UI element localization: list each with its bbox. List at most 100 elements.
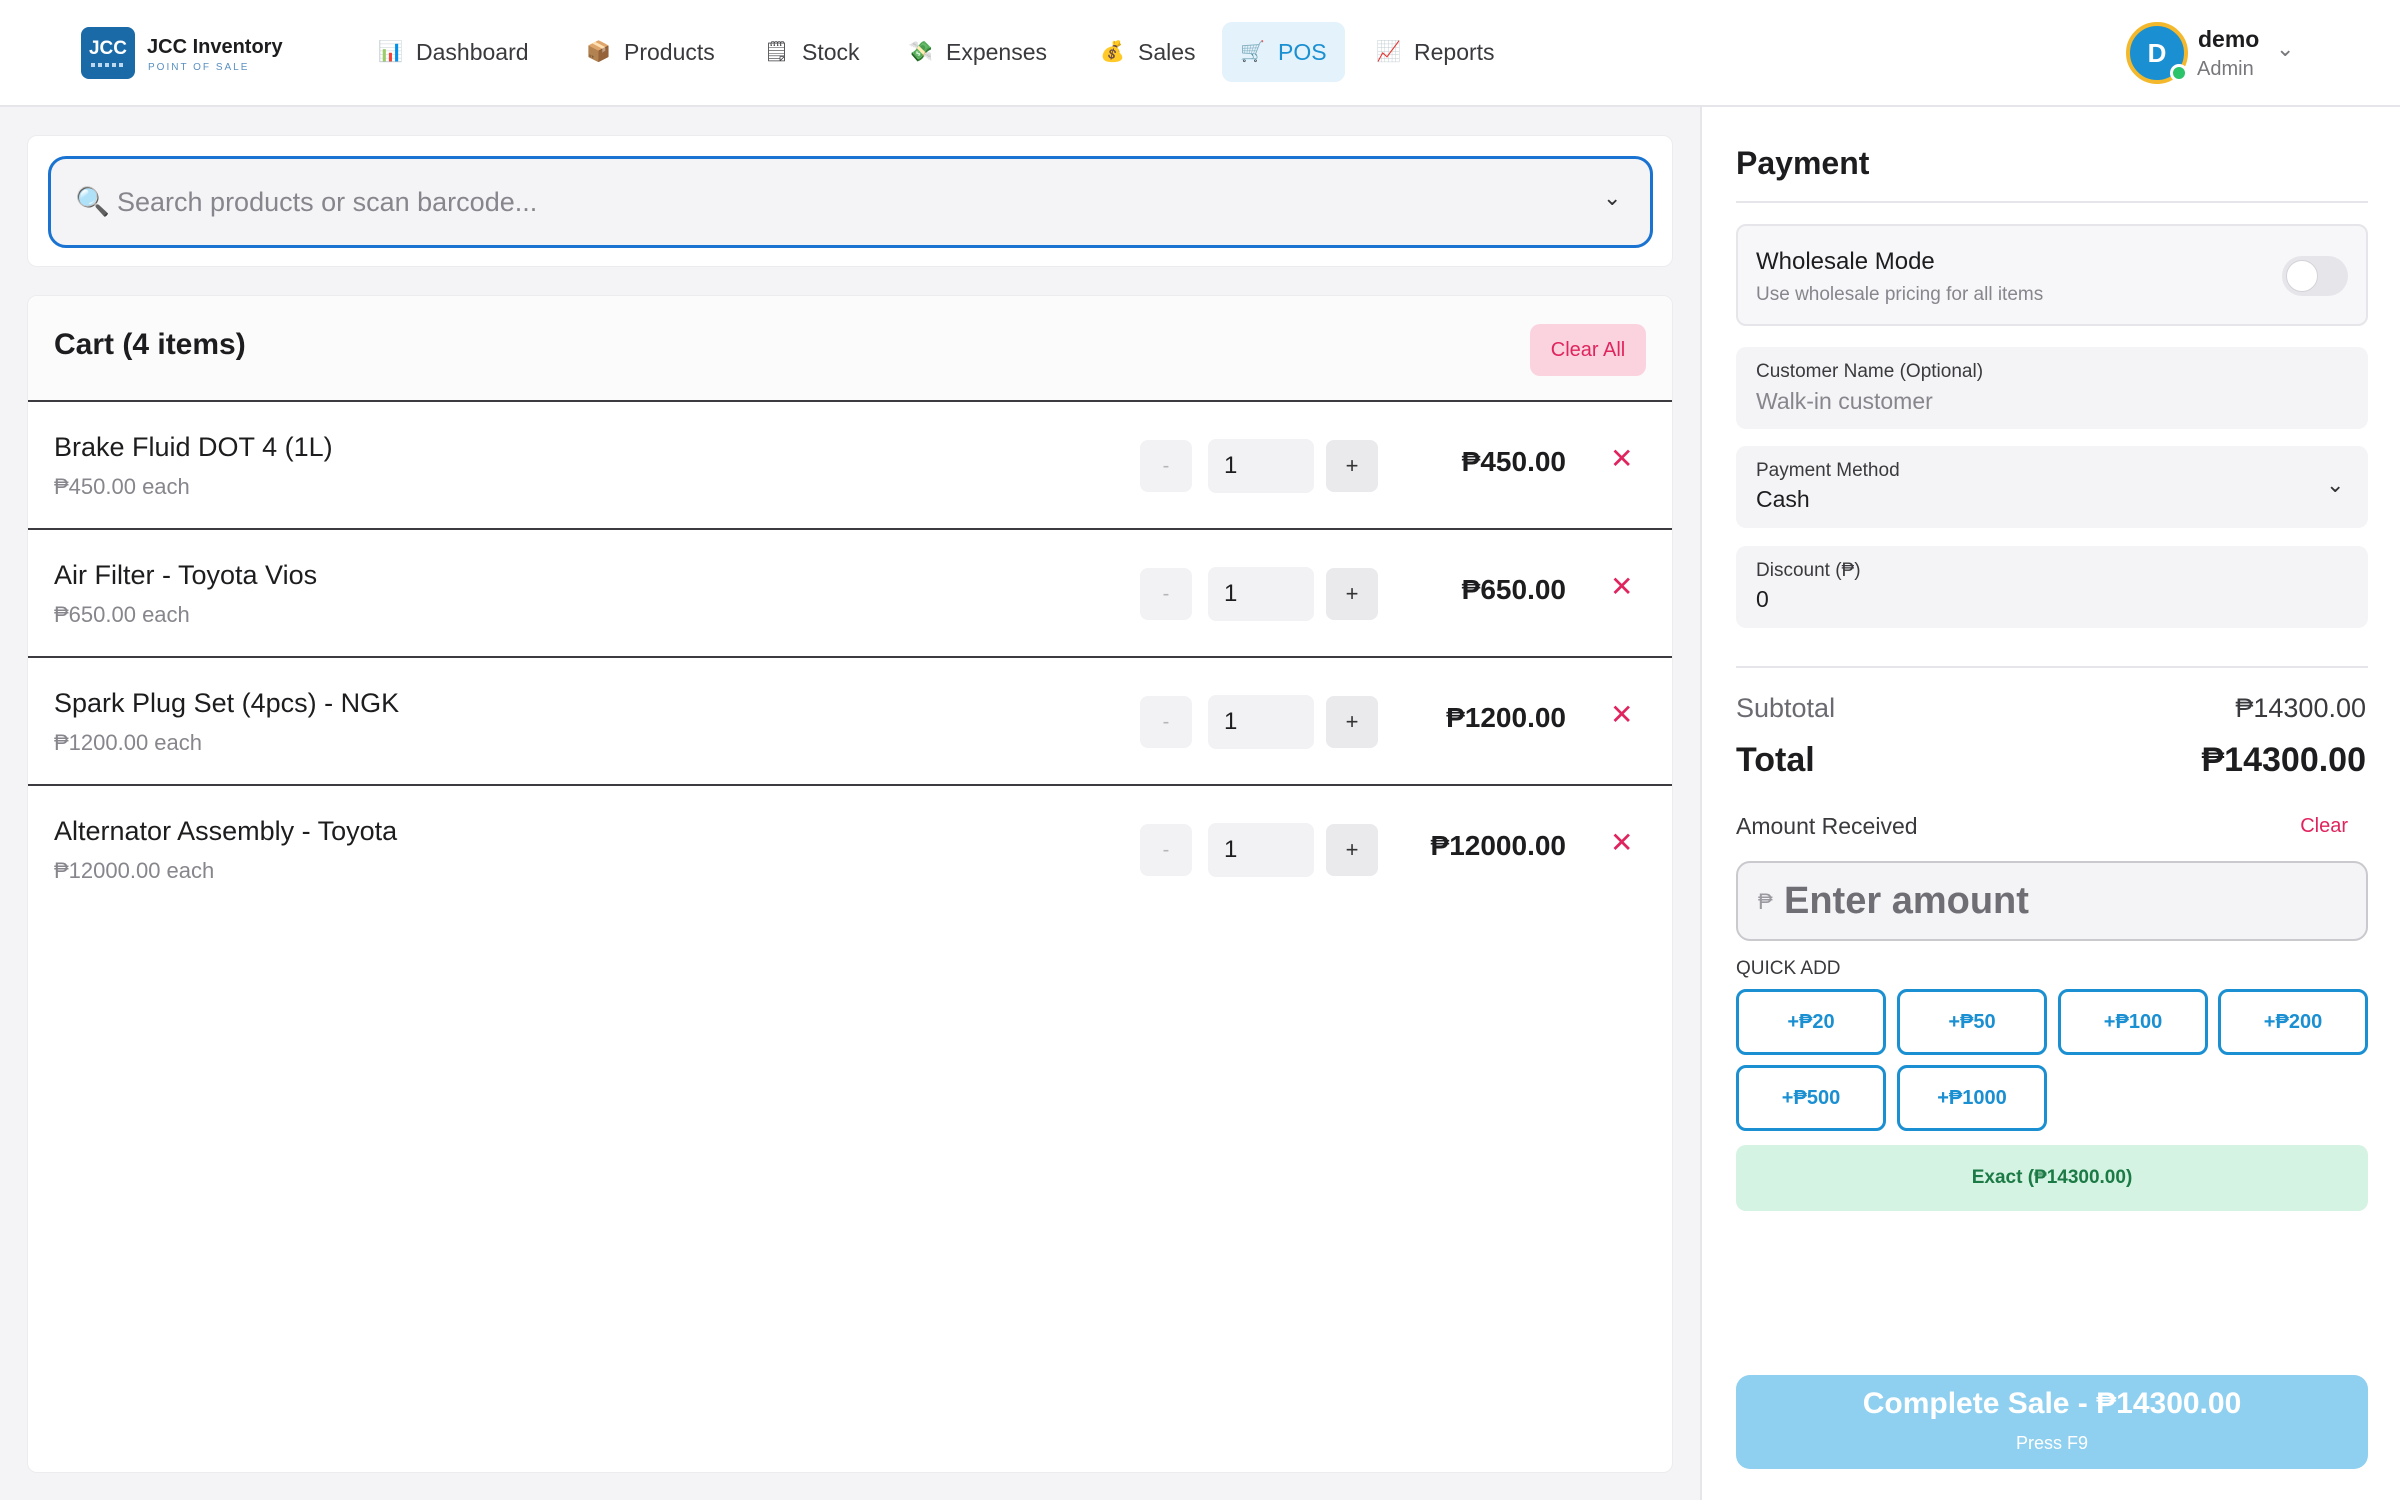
wholesale-mode-card: Wholesale Mode Use wholesale pricing for… bbox=[1736, 224, 2368, 326]
discount-label: Discount (₱) bbox=[1756, 560, 1861, 581]
clear-amount-link[interactable]: Clear bbox=[2300, 815, 2348, 838]
line-total: ₱650.00 bbox=[1461, 574, 1566, 605]
cart-item-row: Brake Fluid DOT 4 (1L) ₱450.00 each - 1 … bbox=[28, 402, 1672, 530]
quick-add-500-button[interactable]: +₱500 bbox=[1736, 1065, 1886, 1131]
payment-method-value: Cash bbox=[1756, 486, 1810, 512]
remove-item-icon[interactable]: ✕ bbox=[1610, 698, 1633, 731]
nav-label: Reports bbox=[1414, 38, 1495, 65]
decrease-qty-button[interactable]: - bbox=[1140, 440, 1192, 492]
complete-sale-label: Complete Sale - ₱14300.00 bbox=[1862, 1387, 2242, 1420]
quick-add-20-button[interactable]: +₱20 bbox=[1736, 989, 1886, 1055]
customer-name-label: Customer Name (Optional) bbox=[1756, 361, 1984, 382]
quick-add-100-button[interactable]: +₱100 bbox=[2058, 989, 2208, 1055]
clear-all-button[interactable]: Clear All bbox=[1530, 324, 1646, 376]
item-name: Brake Fluid DOT 4 (1L) bbox=[54, 432, 333, 462]
quick-add-1000-button[interactable]: +₱1000 bbox=[1897, 1065, 2047, 1131]
decrease-qty-button[interactable]: - bbox=[1140, 824, 1192, 876]
bar-chart-icon: 📊 bbox=[378, 41, 403, 63]
total-value: ₱14300.00 bbox=[2201, 741, 2367, 779]
amount-received-field[interactable]: ₱ bbox=[1736, 861, 2368, 941]
nav-item-dashboard[interactable]: 📊 Dashboard bbox=[360, 22, 547, 82]
chevron-down-icon[interactable]: ⌄ bbox=[2276, 36, 2294, 62]
subtotal-value: ₱14300.00 bbox=[2235, 693, 2366, 723]
decrease-qty-button[interactable]: - bbox=[1140, 568, 1192, 620]
complete-sale-button[interactable]: Complete Sale - ₱14300.00 Press F9 bbox=[1736, 1375, 2368, 1469]
nav-item-reports[interactable]: 📈 Reports bbox=[1358, 22, 1513, 82]
quantity-input[interactable]: 1 bbox=[1208, 823, 1314, 877]
user-role: Admin bbox=[2197, 58, 2254, 80]
quantity-input[interactable]: 1 bbox=[1208, 439, 1314, 493]
search-input[interactable] bbox=[117, 179, 1577, 225]
wholesale-mode-title: Wholesale Mode bbox=[1756, 248, 1935, 275]
product-search-box[interactable]: 🔍 ⌄ bbox=[48, 156, 1653, 248]
payment-method-select[interactable]: Payment Method Cash ⌄ bbox=[1736, 446, 2368, 528]
quick-add-200-button[interactable]: +₱200 bbox=[2218, 989, 2368, 1055]
cart-icon: 🛒 bbox=[1240, 41, 1265, 63]
brand-logo[interactable]: JCC bbox=[81, 27, 135, 79]
nav-item-products[interactable]: 📦 Products bbox=[568, 22, 733, 82]
exact-amount-button[interactable]: Exact (₱14300.00) bbox=[1736, 1145, 2368, 1211]
wholesale-mode-subtitle: Use wholesale pricing for all items bbox=[1756, 284, 2044, 305]
top-nav-bar: JCC JCC Inventory POINT OF SALE 📊 Dashbo… bbox=[0, 0, 2400, 107]
line-total: ₱12000.00 bbox=[1430, 830, 1566, 861]
item-name: Spark Plug Set (4pcs) - NGK bbox=[54, 688, 400, 718]
nav-item-stock[interactable]: 🗒 Stock bbox=[746, 22, 878, 82]
increase-qty-button[interactable]: + bbox=[1326, 696, 1378, 748]
complete-sale-shortcut-hint: Press F9 bbox=[2015, 1433, 2089, 1453]
line-chart-icon: 📈 bbox=[1376, 41, 1401, 63]
decrease-qty-button[interactable]: - bbox=[1140, 696, 1192, 748]
item-name: Air Filter - Toyota Vios bbox=[54, 560, 318, 590]
chevron-down-icon[interactable]: ⌄ bbox=[2326, 472, 2344, 498]
nav-item-expenses[interactable]: 💸 Expenses bbox=[890, 22, 1065, 82]
money-bag-icon: 💰 bbox=[1100, 41, 1125, 63]
search-card: 🔍 ⌄ bbox=[27, 135, 1673, 267]
line-total: ₱450.00 bbox=[1461, 446, 1566, 477]
user-name[interactable]: demo bbox=[2198, 26, 2259, 53]
increase-qty-button[interactable]: + bbox=[1326, 440, 1378, 492]
clipboard-icon: 🗒 bbox=[764, 41, 790, 63]
item-name: Alternator Assembly - Toyota bbox=[54, 816, 398, 846]
increase-qty-button[interactable]: + bbox=[1326, 824, 1378, 876]
increase-qty-button[interactable]: + bbox=[1326, 568, 1378, 620]
quick-add-50-button[interactable]: +₱50 bbox=[1897, 989, 2047, 1055]
discount-field[interactable]: Discount (₱) 0 bbox=[1736, 546, 2368, 628]
total-label: Total bbox=[1736, 741, 1815, 779]
quantity-input[interactable]: 1 bbox=[1208, 695, 1314, 749]
wholesale-mode-toggle[interactable] bbox=[2282, 256, 2348, 296]
nav-item-pos[interactable]: 🛒 POS bbox=[1222, 22, 1345, 82]
brand-subtitle: POINT OF SALE bbox=[148, 62, 250, 73]
payment-title: Payment bbox=[1736, 145, 1870, 181]
nav-label: Expenses bbox=[946, 38, 1048, 65]
logo-text: JCC bbox=[88, 38, 127, 59]
remove-item-icon[interactable]: ✕ bbox=[1610, 570, 1633, 603]
customer-name-input[interactable] bbox=[1756, 385, 2316, 417]
customer-name-field[interactable]: Customer Name (Optional) bbox=[1736, 347, 2368, 429]
remove-item-icon[interactable]: ✕ bbox=[1610, 442, 1633, 475]
remove-item-icon[interactable]: ✕ bbox=[1610, 826, 1633, 859]
package-icon: 📦 bbox=[586, 41, 611, 63]
item-unit-price: ₱650.00 each bbox=[54, 602, 190, 627]
peso-currency-symbol: ₱ bbox=[1758, 889, 1773, 914]
nav-label: Dashboard bbox=[416, 38, 529, 65]
line-total: ₱1200.00 bbox=[1446, 702, 1566, 733]
item-unit-price: ₱1200.00 each bbox=[54, 730, 203, 755]
divider bbox=[1736, 666, 2368, 668]
amount-received-input[interactable] bbox=[1784, 877, 2344, 925]
quantity-input[interactable]: 1 bbox=[1208, 567, 1314, 621]
item-unit-price: ₱12000.00 each bbox=[54, 858, 215, 883]
nav-item-sales[interactable]: 💰 Sales bbox=[1082, 22, 1214, 82]
cart-item-row: Alternator Assembly - Toyota ₱12000.00 e… bbox=[28, 786, 1672, 914]
nav-label: Sales bbox=[1138, 38, 1196, 65]
money-wings-icon: 💸 bbox=[908, 41, 933, 63]
search-icon: 🔍 bbox=[75, 186, 110, 217]
subtotal-label: Subtotal bbox=[1736, 693, 1836, 723]
cart-panel: Cart (4 items) Clear All Brake Fluid DOT… bbox=[27, 295, 1673, 1473]
cart-item-row: Air Filter - Toyota Vios ₱650.00 each - … bbox=[28, 530, 1672, 658]
discount-input[interactable]: 0 bbox=[1756, 586, 1769, 613]
divider bbox=[1736, 201, 2368, 203]
chevron-down-icon[interactable]: ⌄ bbox=[1603, 185, 1621, 211]
nav-label: Products bbox=[624, 38, 715, 65]
cart-header: Cart (4 items) Clear All bbox=[28, 296, 1672, 402]
amount-received-label: Amount Received bbox=[1736, 813, 1918, 839]
quick-add-label: QUICK ADD bbox=[1736, 958, 1841, 979]
